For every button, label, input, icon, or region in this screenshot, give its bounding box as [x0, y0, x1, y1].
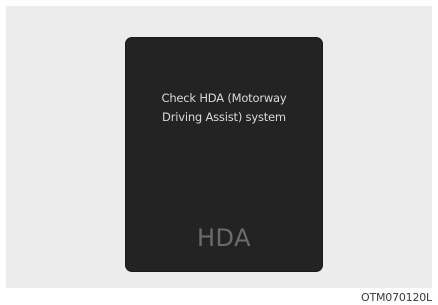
- warning-message-line-1: Check HDA (Motorway: [161, 91, 287, 105]
- figure-frame: Check HDA (Motorway Driving Assist) syst…: [0, 0, 438, 305]
- instrument-cluster-display: Check HDA (Motorway Driving Assist) syst…: [126, 38, 322, 271]
- hda-indicator-label: HDA: [196, 224, 252, 252]
- warning-message: Check HDA (Motorway Driving Assist) syst…: [126, 89, 322, 127]
- figure-code: OTM070120L: [361, 291, 432, 304]
- warning-message-line-2: Driving Assist) system: [162, 110, 286, 124]
